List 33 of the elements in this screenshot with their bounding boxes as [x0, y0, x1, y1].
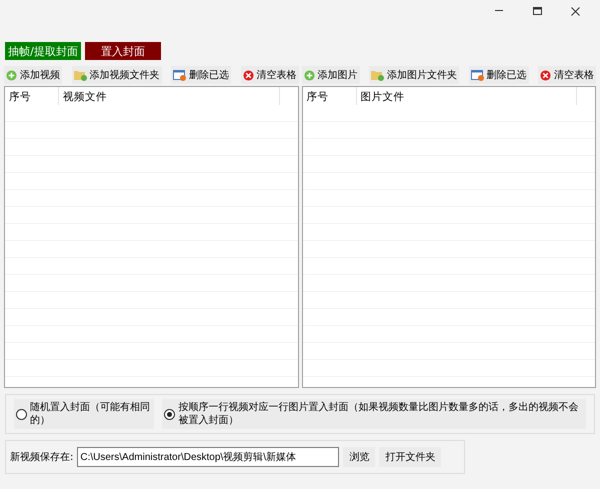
maximize-icon	[532, 7, 542, 15]
column-header: 序号	[302, 87, 356, 105]
toolbar-button[interactable]: 添加视频文件夹	[72, 66, 162, 84]
toolbar-button[interactable]: 添加视频	[4, 66, 62, 84]
window-minus-icon	[173, 70, 186, 80]
minimize-icon	[495, 10, 503, 12]
window-minus-icon	[470, 70, 484, 80]
close-circle-icon	[242, 70, 254, 80]
close-icon	[570, 6, 580, 16]
radio-option[interactable]: 按顺序一行视频对应一行图片置入封面（如果视频数量比图片数量多的话，多出的视频不会被置入封面）	[162, 399, 586, 429]
toolbar-button[interactable]: 清空表格	[240, 66, 298, 84]
toolbar-button[interactable]: 添加图片文件夹	[369, 66, 459, 84]
radio-option[interactable]: 随机置入封面（可能有相同的）	[14, 399, 154, 429]
mode-button[interactable]: 抽帧/提取封面	[5, 42, 81, 60]
column-header: 视频文件	[59, 87, 280, 105]
toolbar-button[interactable]: 删除已选	[468, 66, 528, 84]
column-header: 图片文件	[356, 87, 577, 105]
action-button[interactable]: 浏览	[343, 447, 376, 467]
toolbar-button[interactable]: 删除已选	[171, 66, 231, 84]
toolbar-button[interactable]: 清空表格	[538, 66, 596, 84]
save-label: 新视频保存在:	[10, 450, 74, 464]
plus-circle-icon	[304, 70, 314, 80]
plus-circle-icon	[6, 70, 17, 80]
action-button[interactable]: 打开文件夹	[379, 447, 442, 467]
folder-plus-icon	[371, 70, 384, 80]
radio-dot[interactable]	[16, 408, 27, 420]
toolbar-button[interactable]: 添加图片	[302, 66, 360, 84]
close-circle-icon	[540, 70, 551, 80]
radio-dot[interactable]	[164, 408, 176, 420]
path-field[interactable]: C:\Users\Administrator\Desktop\视频剪辑\新媒体	[77, 447, 340, 467]
mode-button[interactable]: 置入封面	[85, 42, 161, 60]
folder-plus-icon	[74, 70, 86, 80]
column-header: 序号	[5, 87, 59, 105]
